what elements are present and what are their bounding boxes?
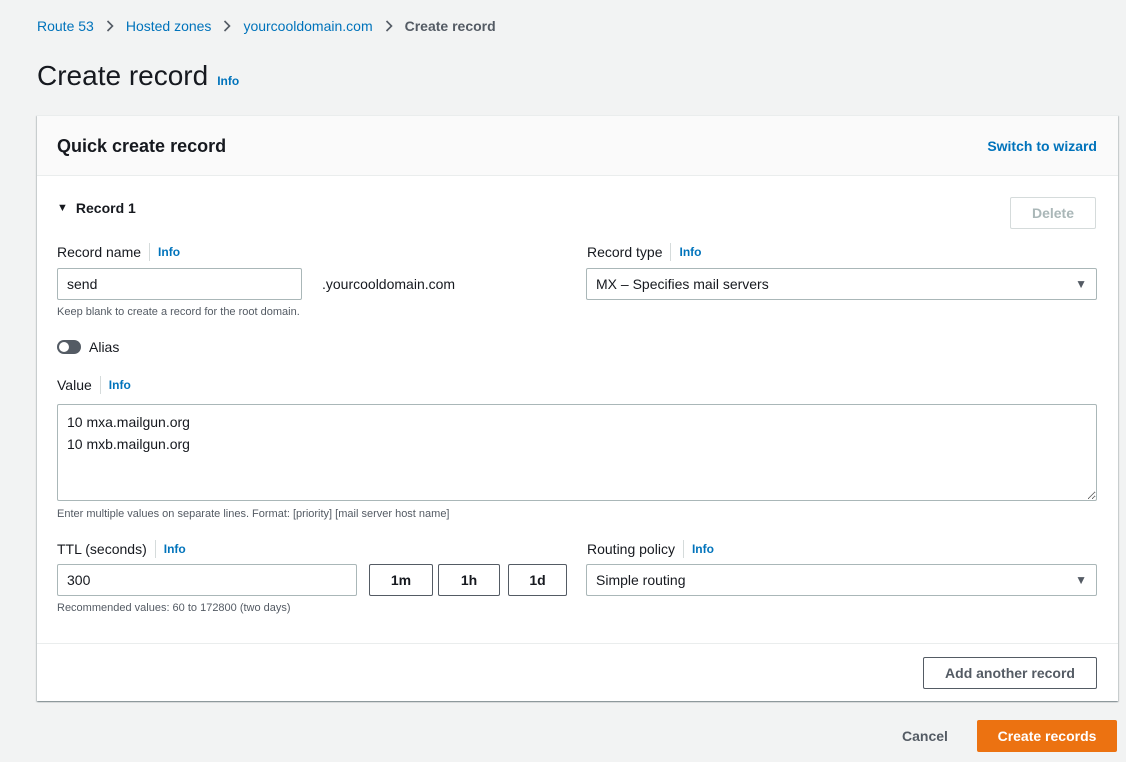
- record-1-expander[interactable]: ▼ Record 1: [57, 200, 136, 216]
- panel-header: Quick create record Switch to wizard: [37, 116, 1118, 176]
- delete-record-button[interactable]: Delete: [1010, 197, 1096, 229]
- record-type-value: MX – Specifies mail servers: [596, 276, 769, 292]
- ttl-info-link[interactable]: Info: [154, 540, 186, 558]
- breadcrumb-route53[interactable]: Route 53: [37, 18, 94, 34]
- alias-toggle[interactable]: [57, 340, 81, 354]
- breadcrumb-current: Create record: [404, 18, 496, 34]
- create-records-button[interactable]: Create records: [977, 720, 1117, 752]
- record-name-input[interactable]: [57, 268, 302, 300]
- panel-title: Quick create record: [57, 136, 227, 156]
- ttl-1m-button[interactable]: 1m: [369, 564, 433, 596]
- record-name-label: Record name: [57, 244, 142, 260]
- value-textarea[interactable]: 10 mxa.mailgun.org 10 mxb.mailgun.org: [57, 404, 1097, 501]
- record-name-suffix: .yourcooldomain.com: [322, 276, 456, 292]
- panel-divider: [37, 643, 1118, 644]
- caret-down-icon: ▼: [1075, 277, 1087, 291]
- value-label: Value: [57, 377, 92, 393]
- page-info-link[interactable]: Info: [217, 74, 239, 88]
- cancel-button[interactable]: Cancel: [902, 728, 948, 744]
- breadcrumb: Route 53 Hosted zones yourcooldomain.com…: [37, 18, 496, 34]
- page-title: Create record: [37, 60, 209, 91]
- routing-policy-label: Routing policy: [587, 541, 675, 557]
- caret-down-icon: ▼: [57, 202, 68, 214]
- routing-policy-value: Simple routing: [596, 572, 686, 588]
- ttl-1d-button[interactable]: 1d: [508, 564, 567, 596]
- chevron-right-icon: [385, 20, 393, 32]
- record-name-hint: Keep blank to create a record for the ro…: [57, 306, 300, 318]
- record-type-info-link[interactable]: Info: [670, 243, 701, 261]
- switch-to-wizard-link[interactable]: Switch to wizard: [987, 138, 1097, 154]
- chevron-right-icon: [106, 20, 114, 32]
- alias-label: Alias: [89, 339, 120, 355]
- routing-policy-select[interactable]: Simple routing ▼: [586, 564, 1097, 596]
- ttl-hint: Recommended values: 60 to 172800 (two da…: [57, 602, 291, 614]
- caret-down-icon: ▼: [1075, 573, 1087, 587]
- value-hint: Enter multiple values on separate lines.…: [57, 508, 450, 520]
- record-name-label-row: Record name Info: [57, 243, 180, 261]
- ttl-1h-button[interactable]: 1h: [438, 564, 500, 596]
- ttl-label: TTL (seconds): [57, 541, 147, 557]
- record-type-label: Record type: [587, 244, 663, 260]
- value-label-row: Value Info: [57, 376, 131, 394]
- add-another-record-button[interactable]: Add another record: [923, 657, 1097, 689]
- value-info-link[interactable]: Info: [99, 376, 131, 394]
- breadcrumb-domain[interactable]: yourcooldomain.com: [243, 18, 372, 34]
- record-type-select[interactable]: MX – Specifies mail servers ▼: [586, 268, 1097, 300]
- routing-policy-info-link[interactable]: Info: [682, 540, 714, 558]
- ttl-input[interactable]: [57, 564, 357, 596]
- breadcrumb-hosted-zones[interactable]: Hosted zones: [126, 18, 212, 34]
- chevron-right-icon: [223, 20, 232, 32]
- routing-policy-label-row: Routing policy Info: [587, 540, 714, 558]
- record-name-info-link[interactable]: Info: [149, 243, 180, 261]
- ttl-label-row: TTL (seconds) Info: [57, 540, 186, 558]
- record-1-label: Record 1: [75, 200, 136, 216]
- page-title-row: Create record Info: [37, 60, 239, 92]
- quick-create-panel: Quick create record Switch to wizard ▼ R…: [37, 115, 1118, 701]
- record-type-label-row: Record type Info: [587, 243, 701, 261]
